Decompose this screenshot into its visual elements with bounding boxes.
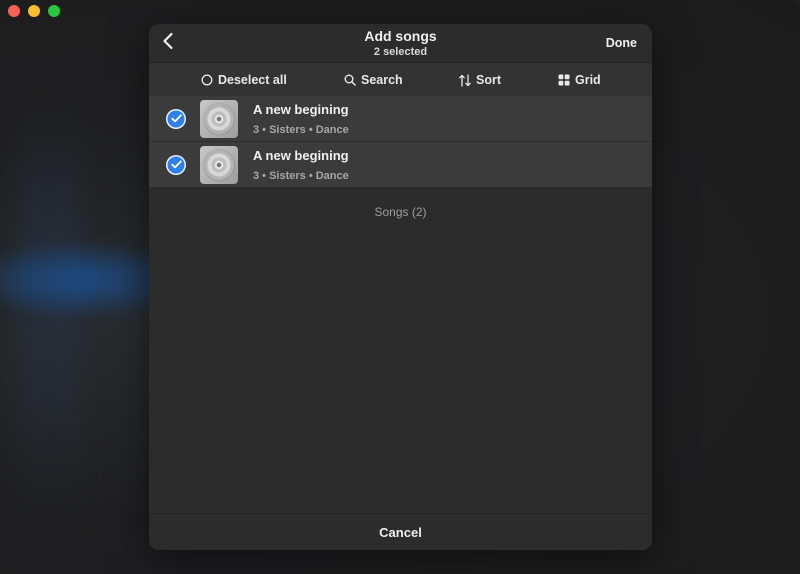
toolbar: Deselect all Search Sort Grid — [149, 62, 652, 96]
search-button[interactable]: Search — [344, 63, 403, 97]
done-button[interactable]: Done — [606, 36, 637, 50]
sort-icon — [459, 73, 471, 87]
song-meta: 3 • Sisters • Dance — [253, 124, 349, 136]
album-artwork — [200, 146, 238, 184]
grid-label: Grid — [575, 73, 601, 87]
sheet-titles: Add songs 2 selected — [149, 28, 652, 60]
song-row[interactable]: A new begining 3 • Sisters • Dance — [149, 142, 652, 188]
song-meta: 3 • Sisters • Dance — [253, 170, 349, 182]
circle-icon — [201, 74, 213, 86]
window-controls — [8, 5, 60, 17]
grid-button[interactable]: Grid — [558, 63, 601, 97]
deselect-all-button[interactable]: Deselect all — [201, 63, 287, 97]
sheet-title: Add songs — [364, 28, 437, 44]
music-disc-icon — [204, 104, 234, 134]
search-label: Search — [361, 73, 403, 87]
deselect-all-label: Deselect all — [218, 73, 287, 87]
sort-label: Sort — [476, 73, 501, 87]
song-title: A new begining — [253, 102, 349, 117]
add-songs-sheet: Add songs 2 selected Done Deselect all S… — [149, 24, 652, 550]
close-window-button[interactable] — [8, 5, 20, 17]
music-disc-icon — [204, 150, 234, 180]
album-artwork — [200, 100, 238, 138]
app-window: Add songs 2 selected Done Deselect all S… — [0, 0, 800, 574]
sheet-header: Add songs 2 selected Done — [149, 24, 652, 62]
checkmark-icon — [170, 156, 182, 174]
song-row[interactable]: A new begining 3 • Sisters • Dance — [149, 96, 652, 142]
sort-button[interactable]: Sort — [459, 63, 501, 97]
search-icon — [344, 74, 356, 86]
maximize-window-button[interactable] — [48, 5, 60, 17]
cancel-bar: Cancel — [149, 513, 652, 550]
selected-checkbox[interactable] — [166, 109, 186, 129]
song-title: A new begining — [253, 148, 349, 163]
cancel-button[interactable]: Cancel — [379, 525, 422, 540]
checkmark-icon — [170, 110, 182, 128]
grid-icon — [558, 74, 570, 86]
minimize-window-button[interactable] — [28, 5, 40, 17]
songs-count: Songs (2) — [374, 205, 427, 219]
selected-checkbox[interactable] — [166, 155, 186, 175]
song-list: A new begining 3 • Sisters • Dance A new… — [149, 96, 652, 188]
selection-count: 2 selected — [373, 46, 428, 58]
